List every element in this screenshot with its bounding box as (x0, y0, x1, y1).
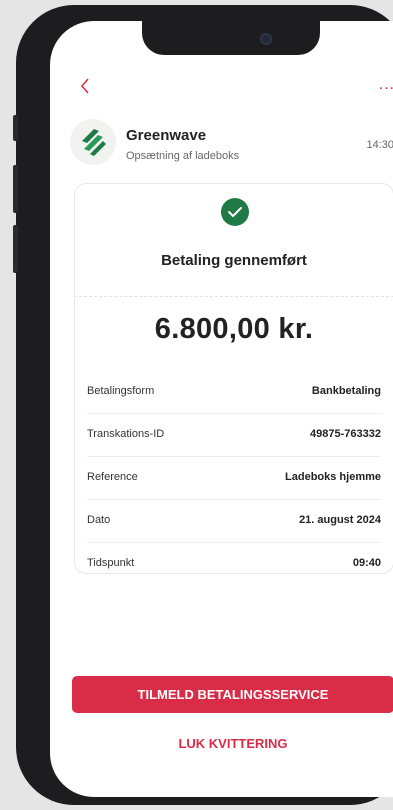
detail-value: 09:40 (352, 557, 381, 569)
detail-row: Dato 21. august 2024 (87, 500, 381, 543)
company-name: Greenwave (126, 127, 207, 144)
receipt-status-card: Betaling gennemført (74, 183, 393, 297)
payment-status: Betaling gennemført (161, 252, 307, 269)
back-button[interactable] (75, 73, 101, 99)
detail-row: Transkations-ID 49875-763332 (87, 414, 381, 457)
check-circle-icon (221, 198, 249, 226)
payment-amount: 6.800,00 kr. (154, 313, 314, 345)
phone-frame: ... Greenwave Opsætning af ladeboks 14:3… (13, 5, 393, 805)
detail-value: Bankbetaling (311, 385, 381, 397)
detail-label: Reference (87, 471, 138, 483)
enroll-betalingsservice-button[interactable]: TILMELD BETALINGSSERVICE (72, 676, 393, 713)
detail-value: Ladeboks hjemme (285, 471, 381, 483)
app-screen: ... Greenwave Opsætning af ladeboks 14:3… (50, 21, 393, 797)
volume-up-button (13, 165, 18, 213)
detail-label: Betalingsform (87, 385, 155, 397)
detail-label: Dato (87, 514, 111, 526)
merchant-header: Greenwave Opsætning af ladeboks 14:30 (70, 119, 393, 179)
detail-row: Tidspunkt 09:40 (87, 543, 381, 585)
chevron-left-icon (81, 78, 89, 94)
detail-row: Reference Ladeboks hjemme (87, 457, 381, 500)
detail-value: 49875-763332 (310, 428, 381, 440)
detail-label: Tidspunkt (87, 557, 135, 569)
notch (142, 21, 320, 55)
silent-switch (13, 115, 18, 141)
company-subtitle: Opsætning af ladeboks (126, 150, 240, 162)
receipt-details-card: 6.800,00 kr. Betalingsform Bankbetaling … (74, 297, 393, 574)
detail-value: 21. august 2024 (299, 514, 381, 526)
detail-label: Transkations-ID (87, 428, 165, 440)
timestamp: 14:30 (366, 139, 393, 151)
greenwave-logo-icon (70, 119, 116, 165)
volume-down-button (13, 225, 18, 273)
detail-row: Betalingsform Bankbetaling (87, 371, 381, 414)
more-button[interactable]: ... (369, 73, 393, 99)
close-receipt-button[interactable]: LUK KVITTERING (72, 729, 393, 759)
camera-icon (260, 33, 272, 45)
